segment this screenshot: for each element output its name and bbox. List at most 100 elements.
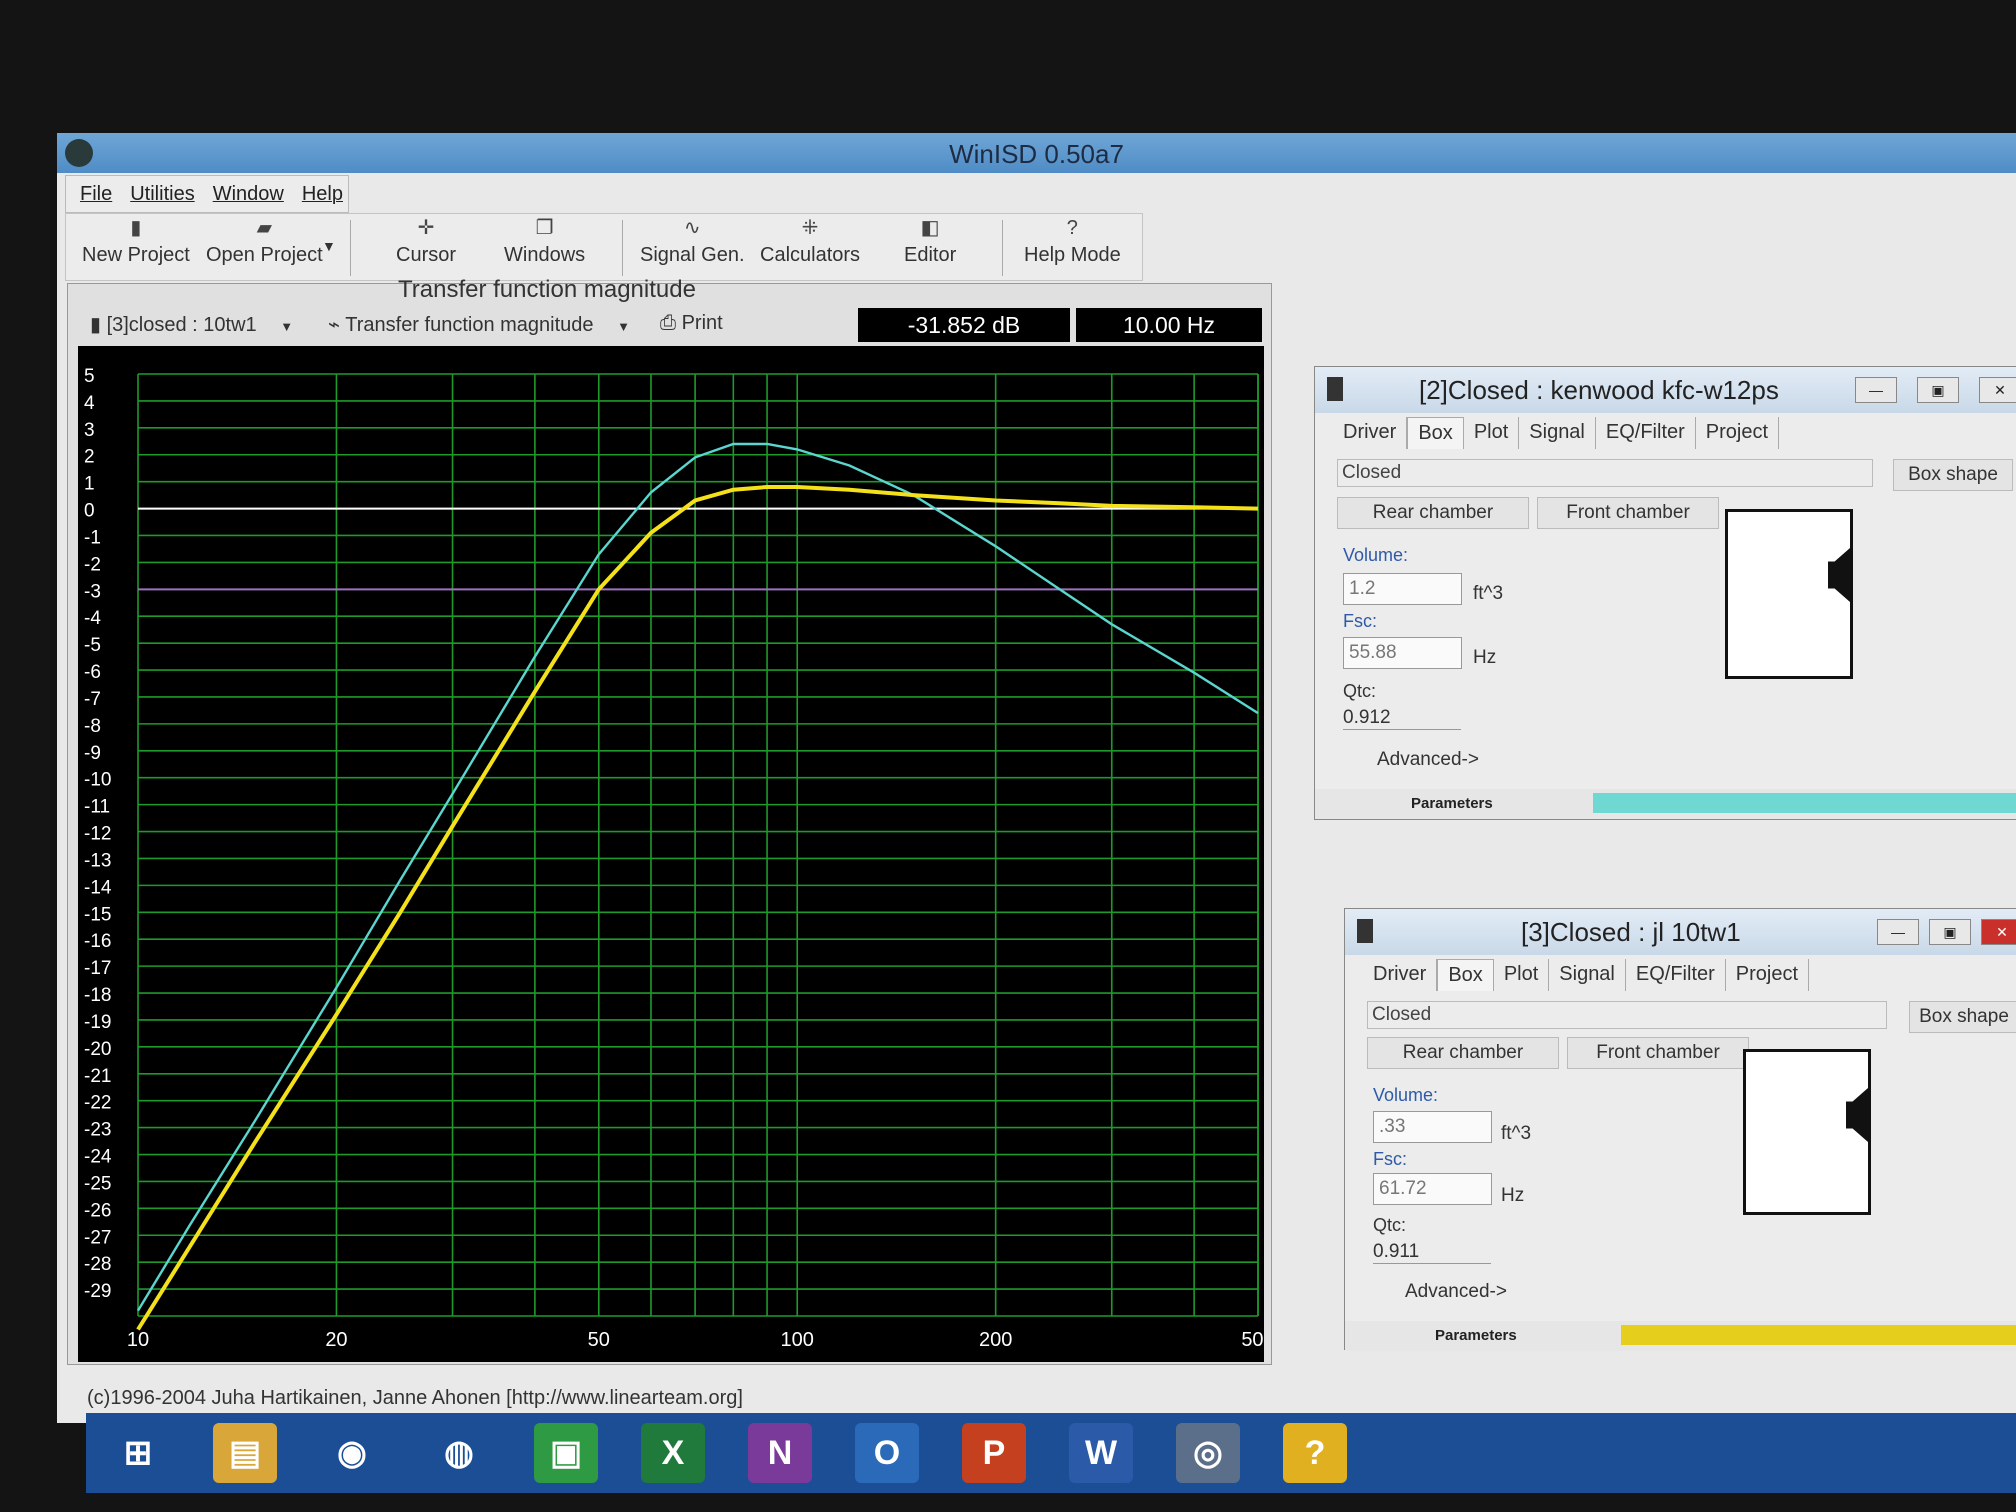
toolbar-separator xyxy=(1002,220,1003,276)
plot-window-title: Transfer function magnitude xyxy=(398,276,696,303)
menu-help[interactable]: Help xyxy=(302,183,343,206)
tab-project[interactable]: Project xyxy=(1696,417,1780,449)
cursor-button[interactable]: ✛ Cursor xyxy=(396,218,456,267)
plot-area[interactable]: 5 4 3 2 1 0 -1 -2 -3 -4 -5 -6 -7 -8 -9 -10 -11 -12 -13 -14-… xyxy=(78,346,1264,1362)
series-line-1 xyxy=(136,485,1259,1331)
y-tick-label: 0 xyxy=(84,501,95,522)
help-mode-button[interactable]: ? Help Mode xyxy=(1024,218,1121,267)
start-windows-icon[interactable]: ⊞ xyxy=(106,1423,170,1483)
excel-icon[interactable]: X xyxy=(641,1423,705,1483)
y-tick-label: -21 xyxy=(84,1066,111,1087)
y-tick-label: -22 xyxy=(84,1093,111,1114)
project-select[interactable]: ▮ [3]closed : 10tw1 ▼ xyxy=(90,312,293,337)
maximize-button[interactable]: ▣ xyxy=(1929,919,1971,945)
y-tick-label: 3 xyxy=(84,420,95,441)
title-bar[interactable]: WinISD 0.50a7 xyxy=(57,133,2016,173)
outlook-icon[interactable]: O xyxy=(855,1423,919,1483)
rear-chamber-tab[interactable]: Rear chamber xyxy=(1367,1037,1559,1069)
qtc-label: Qtc: xyxy=(1373,1215,1407,1235)
minimize-button[interactable]: — xyxy=(1877,919,1919,945)
tab-driver[interactable]: Driver xyxy=(1333,417,1408,449)
y-tick-label: -20 xyxy=(84,1039,111,1060)
windows-label: Windows xyxy=(504,244,586,266)
close-button[interactable]: ✕ xyxy=(1979,377,2016,403)
signal-gen-button[interactable]: ∿ Signal Gen. xyxy=(640,218,745,267)
tab-eq-filter[interactable]: EQ/Filter xyxy=(1626,959,1726,991)
file-explorer-icon[interactable]: ▤ xyxy=(213,1423,277,1483)
window-icon xyxy=(1327,377,1343,401)
status-color-fill xyxy=(1593,793,2016,813)
rear-chamber-tab[interactable]: Rear chamber xyxy=(1337,497,1529,529)
toolbar-separator xyxy=(622,220,623,276)
print-label: Print xyxy=(681,312,723,334)
box-shape-button[interactable]: Box shape xyxy=(1893,459,2013,491)
open-project-label: Open Project xyxy=(206,244,323,266)
box-type-select[interactable]: Closed xyxy=(1337,459,1873,487)
print-button[interactable]: ⎙ Print xyxy=(660,312,723,335)
tab-eq-filter[interactable]: EQ/Filter xyxy=(1596,417,1696,449)
windows-button[interactable]: ❐ Windows xyxy=(504,218,585,267)
fsc-input[interactable]: 61.72 xyxy=(1373,1173,1492,1205)
y-tick-label: -19 xyxy=(84,1012,111,1033)
calculators-button[interactable]: ⁜ Calculators xyxy=(760,218,860,267)
x-tick-label: 200 xyxy=(979,1329,1012,1351)
volume-input[interactable]: .33 xyxy=(1373,1111,1492,1143)
tab-box[interactable]: Box xyxy=(1407,417,1464,449)
front-chamber-tab[interactable]: Front chamber xyxy=(1537,497,1719,529)
tab-box[interactable]: Box xyxy=(1437,959,1494,991)
store-icon[interactable]: ▣ xyxy=(534,1423,598,1483)
word-icon[interactable]: W xyxy=(1069,1423,1133,1483)
y-tick-label: -6 xyxy=(84,662,101,683)
y-tick-label: -17 xyxy=(84,958,111,979)
tab-project[interactable]: Project xyxy=(1726,959,1810,991)
tab-signal[interactable]: Signal xyxy=(1519,417,1596,449)
y-tick-label: -13 xyxy=(84,850,111,871)
driver-status-bar: Parameters xyxy=(1345,1321,2016,1351)
plot-window: Transfer function magnitude ▮ [3]closed … xyxy=(67,276,1272,1365)
driver-tabs: Driver Box Plot Signal EQ/Filter Project xyxy=(1363,959,1810,991)
front-chamber-tab[interactable]: Front chamber xyxy=(1567,1037,1749,1069)
fsc-input[interactable]: 55.88 xyxy=(1343,637,1462,669)
printer-icon: ⎙ xyxy=(660,312,682,334)
open-project-button[interactable]: ▰ Open Project xyxy=(206,218,323,267)
box-shape-button[interactable]: Box shape xyxy=(1909,1001,2016,1033)
tab-plot[interactable]: Plot xyxy=(1494,959,1550,991)
minimize-button[interactable]: — xyxy=(1855,377,1897,403)
menu-window[interactable]: Window xyxy=(213,183,284,206)
close-button[interactable]: ✕ xyxy=(1981,919,2016,945)
tab-signal[interactable]: Signal xyxy=(1549,959,1626,991)
driver-window-caption[interactable]: [3]Closed : jl 10tw1 — ▣ ✕ xyxy=(1345,909,2016,955)
transfer-function-chart[interactable]: 543210-1-2-3-4-5-6-7-8-9-10-11-12-13-14-… xyxy=(78,346,1264,1362)
driver-window-caption[interactable]: [2]Closed : kenwood kfc-w12ps — ▣ ✕ xyxy=(1315,367,2016,413)
editor-button[interactable]: ◧ Editor xyxy=(904,218,956,267)
firefox-icon[interactable]: ◍ xyxy=(427,1423,491,1483)
chrome-icon[interactable]: ◉ xyxy=(320,1423,384,1483)
y-tick-label: -14 xyxy=(84,877,112,898)
menu-utilities[interactable]: Utilities xyxy=(130,183,194,206)
y-tick-label: -15 xyxy=(84,904,111,925)
box-type-select[interactable]: Closed xyxy=(1367,1001,1887,1029)
y-tick-label: -10 xyxy=(84,770,111,791)
onenote-icon[interactable]: N xyxy=(748,1423,812,1483)
y-tick-label: -29 xyxy=(84,1281,111,1302)
plot-type-select[interactable]: ⌁ Transfer function magnitude ▼ xyxy=(328,312,630,337)
maximize-button[interactable]: ▣ xyxy=(1917,377,1959,403)
volume-input[interactable]: 1.2 xyxy=(1343,573,1462,605)
volume-label: Volume: xyxy=(1343,545,1409,565)
new-project-button[interactable]: ▮ New Project xyxy=(82,218,190,267)
powerpoint-icon[interactable]: P xyxy=(962,1423,1026,1483)
menu-file[interactable]: File xyxy=(80,183,112,206)
y-tick-label: -8 xyxy=(84,716,101,737)
tab-plot[interactable]: Plot xyxy=(1464,417,1520,449)
advanced-button[interactable]: Advanced-> xyxy=(1377,749,1479,771)
volume-unit: ft^3 xyxy=(1473,583,1504,604)
open-project-dropdown[interactable]: ▼ xyxy=(322,238,336,254)
new-project-icon: ▮ xyxy=(130,217,142,239)
cursor-hz-readout: 10.00 Hz xyxy=(1076,308,1262,342)
tab-driver[interactable]: Driver xyxy=(1363,959,1438,991)
winisd-icon[interactable]: ◎ xyxy=(1176,1423,1240,1483)
y-tick-label: -3 xyxy=(84,581,101,602)
help-icon[interactable]: ? xyxy=(1283,1423,1347,1483)
plot-window-caption[interactable]: Transfer function magnitude xyxy=(68,276,1271,304)
advanced-button[interactable]: Advanced-> xyxy=(1405,1281,1507,1303)
